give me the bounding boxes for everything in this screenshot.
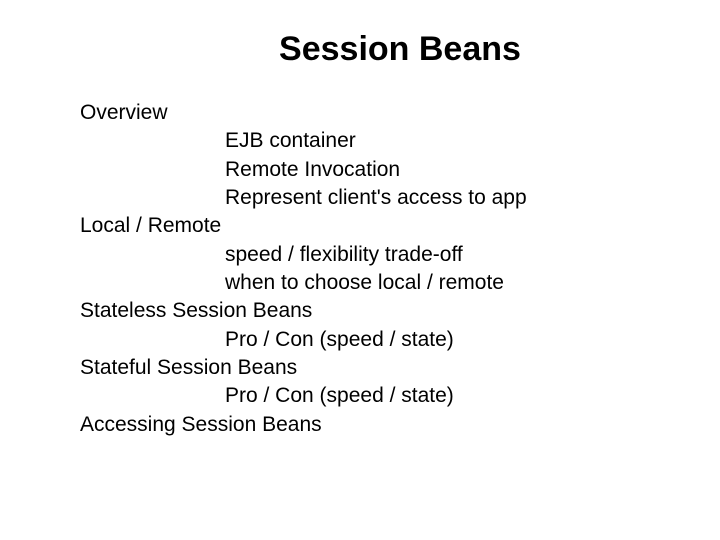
outline-item: Overview — [80, 99, 660, 127]
slide-title: Session Beans — [60, 30, 660, 69]
outline-item: Stateful Session Beans — [80, 354, 660, 382]
outline-item: Pro / Con (speed / state) — [225, 326, 660, 354]
outline-item: Stateless Session Beans — [80, 297, 660, 325]
outline-item: Remote Invocation — [225, 156, 660, 184]
outline-item: Represent client's access to app — [225, 184, 660, 212]
outline-item: Accessing Session Beans — [80, 411, 660, 439]
outline-item: when to choose local / remote — [225, 269, 660, 297]
outline-item: EJB container — [225, 127, 660, 155]
outline-item: speed / flexibility trade-off — [225, 241, 660, 269]
outline-item: Pro / Con (speed / state) — [225, 382, 660, 410]
outline-item: Local / Remote — [80, 212, 660, 240]
slide: Session Beans Overview EJB container Rem… — [0, 0, 720, 540]
slide-body: Overview EJB container Remote Invocation… — [60, 99, 660, 439]
